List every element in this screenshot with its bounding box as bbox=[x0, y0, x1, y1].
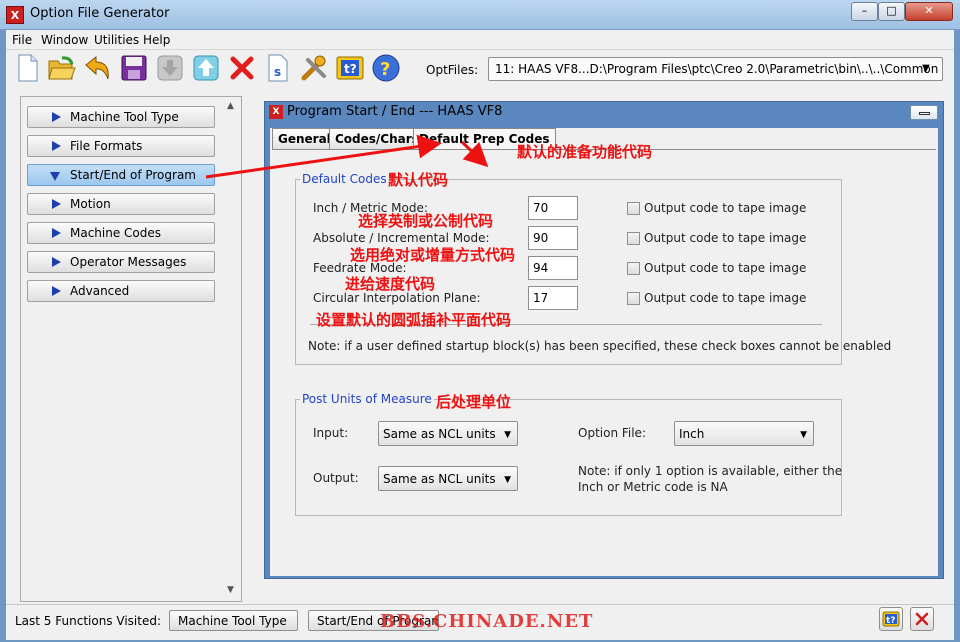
arrow-to-tab bbox=[205, 134, 442, 179]
recent-machine-tool-type-button[interactable]: Machine Tool Type bbox=[169, 610, 298, 631]
annotation-arrows bbox=[205, 134, 489, 179]
watermark: BBS.CHINADE.NET bbox=[380, 611, 594, 632]
arrow-from-tab bbox=[460, 140, 489, 168]
help-card-icon[interactable]: t? bbox=[879, 607, 903, 631]
svg-text:t?: t? bbox=[886, 616, 896, 626]
last-functions-label: Last 5 Functions Visited: bbox=[15, 614, 161, 628]
close-icon[interactable] bbox=[910, 607, 934, 631]
